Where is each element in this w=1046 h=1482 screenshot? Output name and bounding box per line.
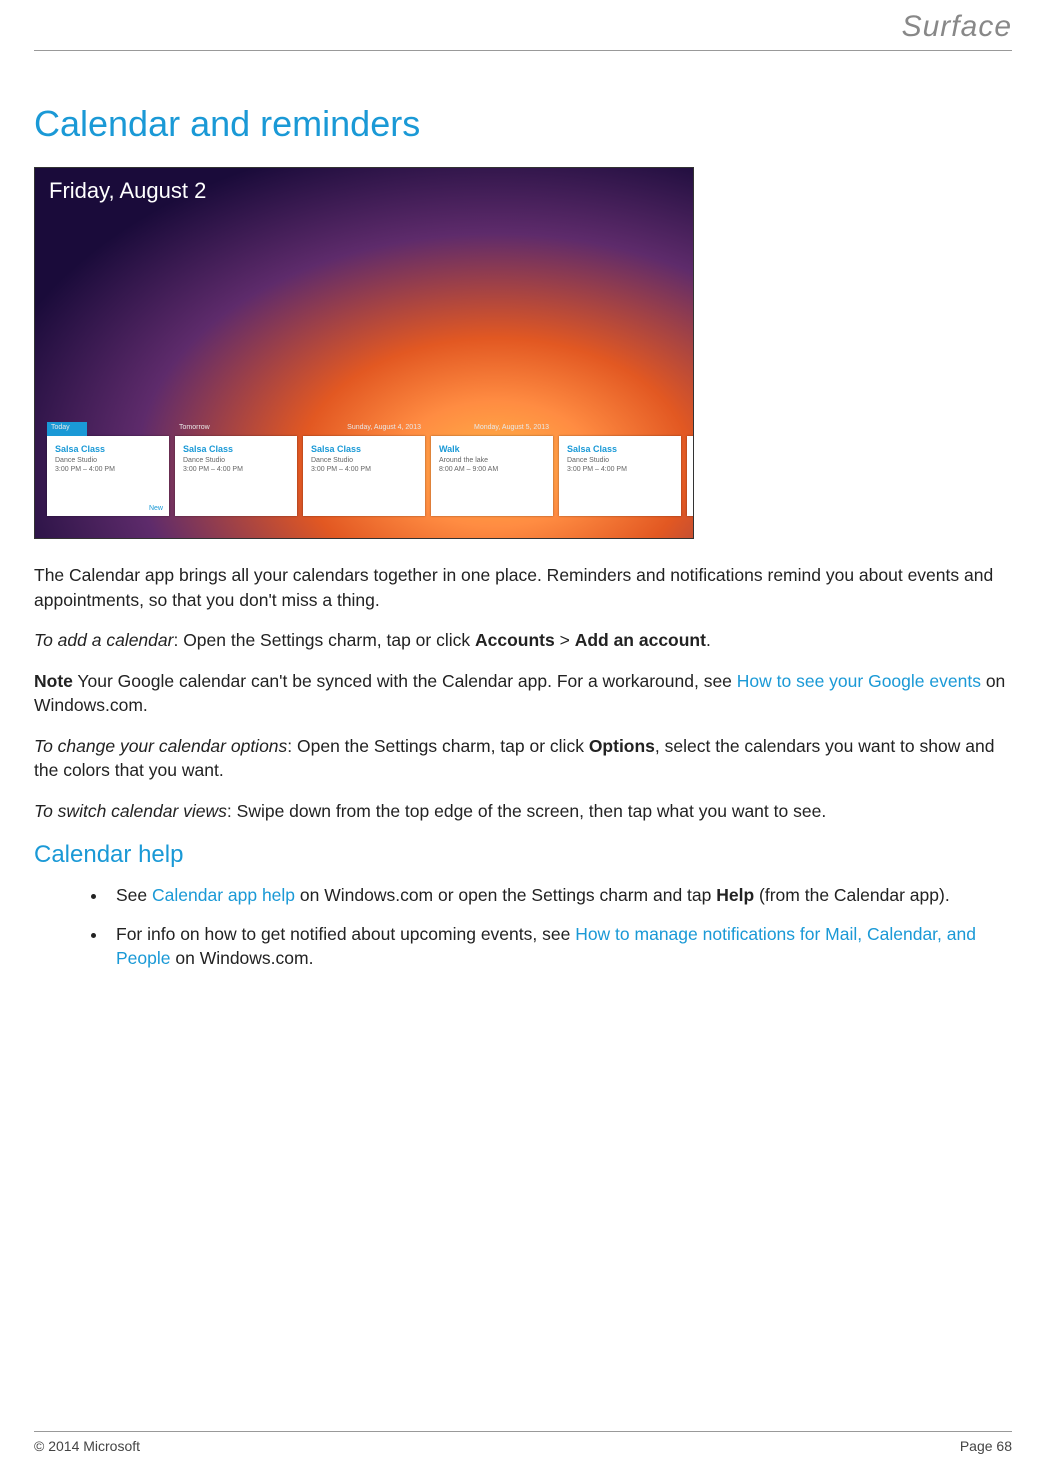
list-item: See Calendar app help on Windows.com or … xyxy=(108,883,1012,908)
card-tab xyxy=(559,422,681,436)
card-sub: 3:00 PM – 4:00 PM xyxy=(175,465,297,474)
card-tab: Monday, August 5, 2013 xyxy=(431,422,553,436)
text: See xyxy=(116,885,152,905)
card-sub: Dance Studio xyxy=(303,456,425,465)
help-bold: Help xyxy=(716,885,754,905)
card-tab xyxy=(687,422,694,436)
card-tab: Tomorrow xyxy=(175,422,297,436)
section-heading: Calendar help xyxy=(34,841,1012,869)
note-paragraph: Note Your Google calendar can't be synce… xyxy=(34,669,1012,718)
page-footer: © 2014 Microsoft Page 68 xyxy=(34,1431,1012,1454)
card-title: Salsa Class xyxy=(559,436,681,456)
card-sub: 3:00 PM – 4:00 PM xyxy=(47,465,169,474)
card-new: New xyxy=(149,505,163,512)
card-sub: 8:00 AM – 9:00 AM xyxy=(431,465,553,474)
add-account-bold: Add an account xyxy=(575,630,706,650)
calendar-help-link[interactable]: Calendar app help xyxy=(152,885,295,905)
copyright: © 2014 Microsoft xyxy=(34,1438,140,1454)
calendar-card: Salsa Class Dance Studio 3:00 PM – 4:00 … xyxy=(559,436,681,516)
page-title: Calendar and reminders xyxy=(34,103,1012,145)
text: : Swipe down from the top edge of the sc… xyxy=(227,801,826,821)
calendar-card: Monday, August 5, 2013 Walk Around the l… xyxy=(431,436,553,516)
page-content: Calendar and reminders Friday, August 2 … xyxy=(34,51,1012,971)
text: . xyxy=(706,630,711,650)
card-sub: Dance Studio xyxy=(559,456,681,465)
change-options-paragraph: To change your calendar options: Open th… xyxy=(34,734,1012,783)
text: > xyxy=(555,630,575,650)
intro-paragraph: The Calendar app brings all your calenda… xyxy=(34,563,1012,612)
options-bold: Options xyxy=(589,736,655,756)
screenshot-date: Friday, August 2 xyxy=(49,178,206,204)
surface-logo: Surface xyxy=(902,10,1012,44)
switch-views-paragraph: To switch calendar views: Swipe down fro… xyxy=(34,799,1012,824)
card-sub: 3:00 PM – 4:00 PM xyxy=(559,465,681,474)
card-title: Walk xyxy=(431,436,553,456)
calendar-card: Tomorrow Salsa Class Dance Studio 3:00 P… xyxy=(175,436,297,516)
page-header: Surface xyxy=(34,0,1012,51)
page-number: Page 68 xyxy=(960,1438,1012,1454)
calendar-card: Today Salsa Class Dance Studio 3:00 PM –… xyxy=(47,436,169,516)
help-list: See Calendar app help on Windows.com or … xyxy=(108,883,1012,971)
screenshot-cards-row: Today Salsa Class Dance Studio 3:00 PM –… xyxy=(47,436,694,516)
card-title: Salsa Class xyxy=(303,436,425,456)
card-tab: Today xyxy=(47,422,87,436)
card-sub: 3:00 xyxy=(687,456,694,465)
card-sub: 3:00 PM – 4:00 PM xyxy=(303,465,425,474)
card-sub: Around the lake xyxy=(431,456,553,465)
text: : Open the Settings charm, tap or click xyxy=(287,736,589,756)
text: Your Google calendar can't be synced wit… xyxy=(73,671,737,691)
calendar-card: Sunday, August 4, 2013 Salsa Class Dance… xyxy=(303,436,425,516)
add-calendar-prefix: To add a calendar xyxy=(34,630,173,650)
card-title: Salsa Class xyxy=(175,436,297,456)
text: For info on how to get notified about up… xyxy=(116,924,575,944)
calendar-screenshot: Friday, August 2 Today Salsa Class Dance… xyxy=(34,167,694,539)
text: on Windows.com. xyxy=(171,948,314,968)
note-label: Note xyxy=(34,671,73,691)
text: : Open the Settings charm, tap or click xyxy=(173,630,475,650)
change-prefix: To change your calendar options xyxy=(34,736,287,756)
card-sub: Dance Studio xyxy=(47,456,169,465)
card-title: Salsa Class xyxy=(47,436,169,456)
calendar-card: Sal 3:00 xyxy=(687,436,694,516)
accounts-bold: Accounts xyxy=(475,630,555,650)
google-events-link[interactable]: How to see your Google events xyxy=(737,671,981,691)
switch-prefix: To switch calendar views xyxy=(34,801,227,821)
card-tab: Sunday, August 4, 2013 xyxy=(303,422,425,436)
add-calendar-paragraph: To add a calendar: Open the Settings cha… xyxy=(34,628,1012,653)
card-sub: Dance Studio xyxy=(175,456,297,465)
card-title: Sal xyxy=(687,436,694,456)
text: on Windows.com or open the Settings char… xyxy=(295,885,716,905)
list-item: For info on how to get notified about up… xyxy=(108,922,1012,971)
text: (from the Calendar app). xyxy=(754,885,950,905)
